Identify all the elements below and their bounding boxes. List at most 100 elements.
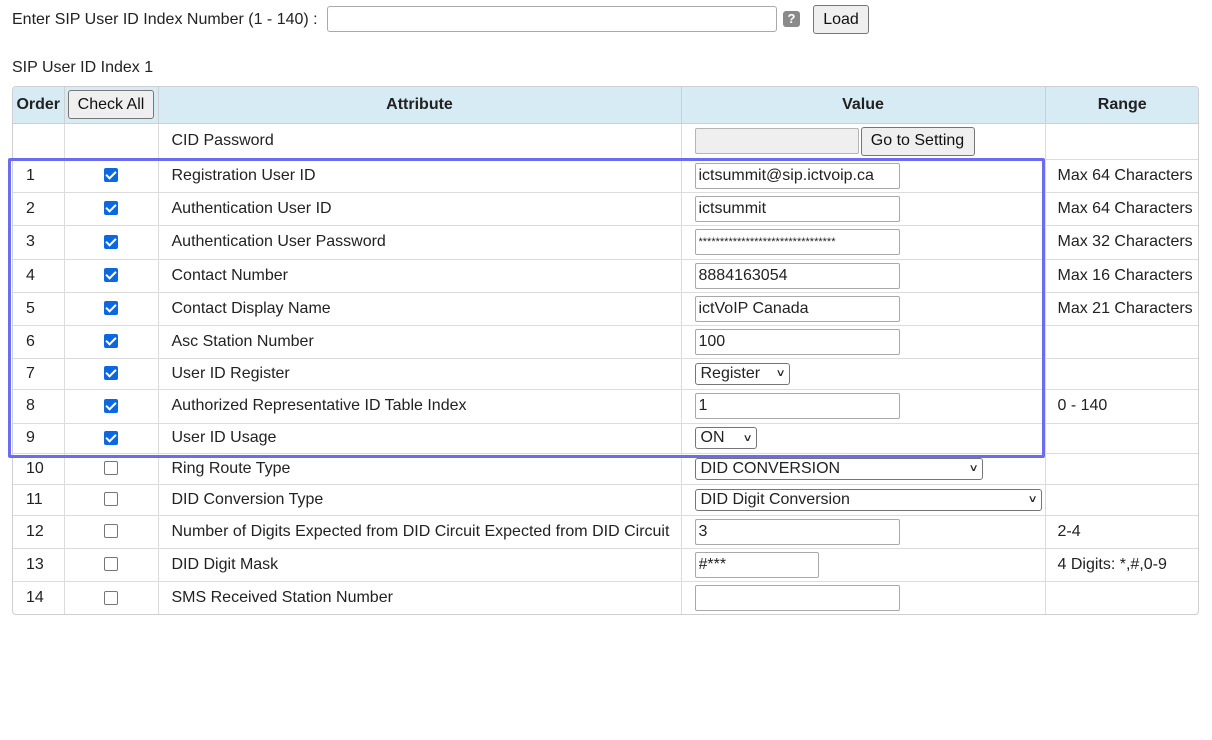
contact-number-field[interactable] bbox=[694, 262, 900, 289]
row-checkbox[interactable] bbox=[104, 201, 118, 216]
row-attribute: Registration User ID bbox=[158, 159, 682, 193]
row-attribute: Authentication User ID bbox=[158, 192, 682, 226]
authorized-rep-index-field[interactable] bbox=[694, 393, 900, 419]
chevron-down-icon: ∨ bbox=[968, 463, 979, 474]
select-value: ON bbox=[700, 429, 725, 446]
section-title: SIP User ID Index 1 bbox=[12, 59, 154, 76]
select-value: Register bbox=[700, 364, 761, 382]
row-checkbox[interactable] bbox=[104, 334, 118, 349]
row-order: 12 bbox=[13, 515, 65, 549]
header-check: Check All bbox=[64, 87, 159, 124]
table-row: 2 Authentication User ID Max 64 Characte… bbox=[13, 192, 1198, 226]
row-order bbox=[13, 123, 65, 160]
row-attribute: Contact Number bbox=[158, 259, 682, 293]
user-id-register-select[interactable]: Register ∨ bbox=[694, 362, 790, 385]
authentication-password-field[interactable] bbox=[694, 229, 900, 255]
row-checkbox[interactable] bbox=[104, 492, 118, 507]
row-order: 14 bbox=[13, 581, 65, 614]
row-order: 9 bbox=[13, 423, 65, 454]
row-order: 1 bbox=[13, 159, 65, 193]
row-range: Max 32 Characters bbox=[1045, 225, 1198, 260]
did-digit-mask-field[interactable] bbox=[694, 551, 819, 578]
row-attribute: DID Conversion Type bbox=[158, 484, 682, 516]
table-row: 9 User ID Usage ON ∨ bbox=[13, 423, 1198, 454]
cid-password-field bbox=[694, 128, 859, 154]
row-order: 11 bbox=[13, 484, 65, 516]
row-order: 3 bbox=[13, 225, 65, 260]
row-checkbox[interactable] bbox=[104, 557, 118, 572]
table-row: 1 Registration User ID Max 64 Characters bbox=[13, 159, 1198, 193]
go-to-setting-button[interactable]: Go to Setting bbox=[860, 126, 975, 156]
row-checkbox[interactable] bbox=[104, 398, 118, 413]
row-order: 4 bbox=[13, 259, 65, 293]
user-id-usage-select[interactable]: ON ∨ bbox=[694, 427, 757, 449]
row-order: 6 bbox=[13, 325, 65, 359]
row-range: 0 - 140 bbox=[1045, 389, 1198, 424]
row-order: 2 bbox=[13, 192, 65, 226]
row-range bbox=[1045, 484, 1198, 516]
row-checkbox[interactable] bbox=[104, 366, 118, 381]
row-attribute: Authorized Representative ID Table Index bbox=[158, 389, 682, 424]
row-range: 4 Digits: *,#,0-9 bbox=[1045, 548, 1198, 582]
table-row: 4 Contact Number Max 16 Characters bbox=[13, 259, 1198, 293]
row-order: 7 bbox=[13, 358, 65, 390]
row-attribute: Contact Display Name bbox=[158, 292, 682, 326]
row-range bbox=[1045, 453, 1198, 485]
load-button[interactable]: Load bbox=[813, 5, 869, 34]
row-attribute: DID Digit Mask bbox=[158, 548, 682, 582]
row-attribute: Ring Route Type bbox=[158, 453, 682, 485]
row-order: 5 bbox=[13, 292, 65, 326]
index-lookup-bar: Enter SIP User ID Index Number (1 - 140)… bbox=[12, 5, 869, 35]
row-order: 13 bbox=[13, 548, 65, 582]
table-row-cid-password: CID Password Go to Setting bbox=[13, 123, 1198, 160]
row-checkbox[interactable] bbox=[104, 168, 118, 183]
table-row: 11 DID Conversion Type DID Digit Convers… bbox=[13, 484, 1198, 516]
authentication-user-id-field[interactable] bbox=[694, 195, 900, 222]
chevron-down-icon: ∨ bbox=[1027, 494, 1038, 505]
row-attribute: Asc Station Number bbox=[158, 325, 682, 359]
row-attribute: Authentication User Password bbox=[158, 225, 682, 260]
index-number-input[interactable] bbox=[327, 6, 777, 32]
row-checkbox[interactable] bbox=[104, 301, 118, 316]
row-checkbox[interactable] bbox=[104, 590, 118, 605]
contact-display-name-field[interactable] bbox=[694, 295, 900, 322]
row-checkbox[interactable] bbox=[104, 461, 118, 476]
help-icon[interactable]: ? bbox=[783, 11, 800, 27]
chevron-down-icon: ∨ bbox=[742, 432, 753, 444]
asc-station-number-field[interactable] bbox=[694, 328, 900, 355]
sms-station-number-field[interactable] bbox=[694, 584, 900, 611]
header-value: Value bbox=[681, 87, 1046, 124]
table-header-row: Order Check All Attribute Value Range bbox=[13, 87, 1198, 124]
row-value: Go to Setting bbox=[681, 123, 1046, 160]
check-all-button[interactable]: Check All bbox=[68, 90, 154, 120]
table-row: 13 DID Digit Mask 4 Digits: *,#,0-9 bbox=[13, 548, 1198, 582]
row-checkbox[interactable] bbox=[104, 524, 118, 539]
table-row: 8 Authorized Representative ID Table Ind… bbox=[13, 389, 1198, 424]
row-check bbox=[64, 123, 159, 160]
select-value: DID Digit Conversion bbox=[700, 490, 850, 508]
select-value: DID CONVERSION bbox=[700, 459, 841, 477]
row-range bbox=[1045, 358, 1198, 390]
table-row: 14 SMS Received Station Number bbox=[13, 581, 1198, 614]
row-attribute: Number of Digits Expected from DID Circu… bbox=[158, 515, 682, 549]
row-checkbox[interactable] bbox=[104, 268, 118, 283]
row-range bbox=[1045, 325, 1198, 359]
header-order: Order bbox=[13, 87, 65, 124]
row-order: 8 bbox=[13, 389, 65, 424]
chevron-down-icon: ∨ bbox=[775, 368, 786, 379]
ring-route-type-select[interactable]: DID CONVERSION ∨ bbox=[694, 457, 983, 480]
table-row: 12 Number of Digits Expected from DID Ci… bbox=[13, 515, 1198, 549]
row-checkbox[interactable] bbox=[104, 234, 118, 249]
digits-expected-field[interactable] bbox=[694, 518, 900, 545]
table-row: 7 User ID Register Register ∨ bbox=[13, 358, 1198, 390]
row-range: Max 16 Characters bbox=[1045, 259, 1198, 293]
row-checkbox[interactable] bbox=[104, 430, 118, 445]
sip-user-settings-page: Enter SIP User ID Index Number (1 - 140)… bbox=[0, 0, 1212, 740]
table-row: 10 Ring Route Type DID CONVERSION ∨ bbox=[13, 453, 1198, 485]
registration-user-id-field[interactable] bbox=[694, 162, 900, 189]
row-range: Max 64 Characters bbox=[1045, 159, 1198, 193]
row-attribute: SMS Received Station Number bbox=[158, 581, 682, 614]
header-range: Range bbox=[1045, 87, 1198, 124]
did-conversion-type-select[interactable]: DID Digit Conversion ∨ bbox=[694, 488, 1042, 511]
table-row: 6 Asc Station Number bbox=[13, 325, 1198, 359]
